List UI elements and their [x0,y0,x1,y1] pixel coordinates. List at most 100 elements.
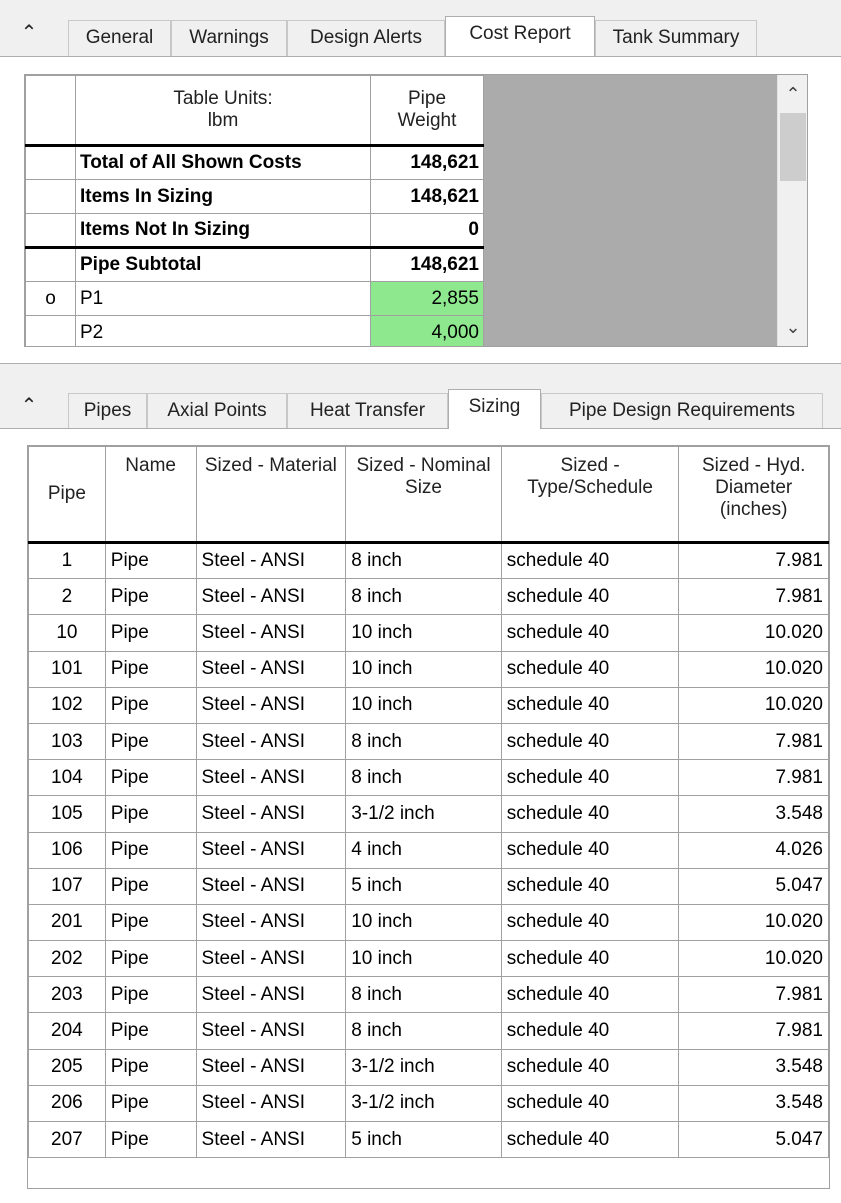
cell-hyd-diameter[interactable]: 7.981 [678,976,829,1014]
cell-pipe[interactable]: 102 [28,686,106,724]
cell-nominal-size[interactable]: 8 inch [345,722,502,761]
cell-name[interactable]: Pipe [104,831,197,869]
tab-pipe-design-requirements[interactable]: Pipe Design Requirements [541,393,823,429]
vertical-scrollbar[interactable]: ⌃ ⌄ [777,75,807,346]
cell-nominal-size[interactable]: 10 inch [345,903,502,942]
cell-material[interactable]: Steel - ANSI [195,976,347,1014]
cell-name[interactable]: Pipe [104,650,197,688]
cell-hyd-diameter[interactable]: 10.020 [678,650,829,688]
cell-material[interactable]: Steel - ANSI [195,795,347,833]
cell-type-schedule[interactable]: schedule 40 [500,1120,680,1159]
cell-material[interactable]: Steel - ANSI [195,650,347,688]
tab-axial-points[interactable]: Axial Points [147,393,287,429]
table-row[interactable]: 207 Pipe Steel - ANSI 5 inch schedule 40 5.04… [28,1120,829,1159]
row-selector[interactable] [25,179,76,214]
table-row[interactable]: 206 Pipe Steel - ANSI 3-1/2 inch schedule 40… [28,1084,829,1123]
table-row[interactable]: P2 4,000 [25,315,484,346]
cell-nominal-size[interactable]: 8 inch [345,1012,502,1050]
cell-name[interactable]: Pipe [104,976,197,1014]
table-row[interactable]: o P1 2,855 [25,281,484,316]
cell-type-schedule[interactable]: schedule 40 [500,976,680,1014]
col-header-nominal-size[interactable]: Sized - Nominal Size [345,446,502,543]
cell-material[interactable]: Steel - ANSI [195,578,347,616]
cell-nominal-size[interactable]: 10 inch [345,650,502,688]
cell-hyd-diameter[interactable]: 3.548 [678,1084,829,1123]
col-header-pipe[interactable]: Pipe [28,446,106,543]
cell-material[interactable]: Steel - ANSI [195,759,347,797]
cell-type-schedule[interactable]: schedule 40 [500,1084,680,1123]
cell-nominal-size[interactable]: 3-1/2 inch [345,795,502,833]
cell-material[interactable]: Steel - ANSI [195,903,347,942]
cell-hyd-diameter[interactable]: 7.981 [678,1012,829,1050]
cell-name[interactable]: Pipe [104,903,197,942]
cell-type-schedule[interactable]: schedule 40 [500,903,680,942]
cell-nominal-size[interactable]: 8 inch [345,540,502,580]
cell-hyd-diameter[interactable]: 10.020 [678,614,829,652]
cell-type-schedule[interactable]: schedule 40 [500,1048,680,1086]
cell-name[interactable]: Pipe [104,759,197,797]
cell-material[interactable]: Steel - ANSI [195,614,347,652]
cell-name[interactable]: Pipe [104,686,197,724]
cell-name[interactable]: Pipe [104,795,197,833]
cell-nominal-size[interactable]: 10 inch [345,940,502,978]
table-row[interactable]: 2 Pipe Steel - ANSI 8 inch schedule 40 7.981 [28,578,829,616]
cell-type-schedule[interactable]: schedule 40 [500,686,680,724]
cell-material[interactable]: Steel - ANSI [195,831,347,869]
pipe-weight-header[interactable]: Pipe Weight [370,75,484,146]
tab-design-alerts[interactable]: Design Alerts [287,20,445,56]
cell-hyd-diameter[interactable]: 10.020 [678,940,829,978]
cell-type-schedule[interactable]: schedule 40 [500,867,680,905]
cell-name[interactable]: Pipe [104,867,197,905]
table-row[interactable]: 105 Pipe Steel - ANSI 3-1/2 inch schedule 40… [28,795,829,833]
cell-pipe[interactable]: 201 [28,903,106,942]
table-row[interactable]: 104 Pipe Steel - ANSI 8 inch schedule 40 7.98… [28,759,829,797]
cell-material[interactable]: Steel - ANSI [195,722,347,761]
cell-name[interactable]: Pipe [104,1048,197,1086]
table-row[interactable]: 201 Pipe Steel - ANSI 10 inch schedule 40 10.… [28,903,829,942]
cell-name[interactable]: Pipe [104,1120,197,1159]
tab-heat-transfer[interactable]: Heat Transfer [287,393,448,429]
table-row[interactable]: 202 Pipe Steel - ANSI 10 inch schedule 40 10.… [28,940,829,978]
table-row[interactable]: Pipe Subtotal 148,621 [25,246,484,282]
cell-nominal-size[interactable]: 3-1/2 inch [345,1048,502,1086]
tab-pipes[interactable]: Pipes [68,393,147,429]
row-selector[interactable] [25,315,76,346]
cell-nominal-size[interactable]: 10 inch [345,686,502,724]
cell-name[interactable]: Pipe [104,578,197,616]
tab-tank-summary[interactable]: Tank Summary [595,20,757,56]
cell-pipe[interactable]: 204 [28,1012,106,1050]
cell-pipe[interactable]: 1 [28,540,106,580]
row-selector[interactable] [25,213,76,248]
table-row[interactable]: Items Not In Sizing 0 [25,213,484,248]
cell-material[interactable]: Steel - ANSI [195,1120,347,1159]
cell-type-schedule[interactable]: schedule 40 [500,614,680,652]
cell-pipe[interactable]: 106 [28,831,106,869]
col-header-material[interactable]: Sized - Material [195,446,347,543]
cell-pipe[interactable]: 101 [28,650,106,688]
cell-hyd-diameter[interactable]: 7.981 [678,759,829,797]
cell-type-schedule[interactable]: schedule 40 [500,940,680,978]
row-selector[interactable]: o [25,281,76,316]
row-selector[interactable] [25,246,76,282]
row-selector[interactable] [25,144,76,180]
cell-material[interactable]: Steel - ANSI [195,1084,347,1123]
cell-nominal-size[interactable]: 8 inch [345,578,502,616]
cell-pipe[interactable]: 10 [28,614,106,652]
cell-nominal-size[interactable]: 8 inch [345,976,502,1014]
cell-type-schedule[interactable]: schedule 40 [500,722,680,761]
cell-nominal-size[interactable]: 5 inch [345,1120,502,1159]
cell-hyd-diameter[interactable]: 3.548 [678,795,829,833]
table-row[interactable]: 1 Pipe Steel - ANSI 8 inch schedule 40 7.981 [28,540,829,580]
cell-nominal-size[interactable]: 8 inch [345,759,502,797]
cell-type-schedule[interactable]: schedule 40 [500,650,680,688]
cell-nominal-size[interactable]: 10 inch [345,614,502,652]
cell-hyd-diameter[interactable]: 7.981 [678,722,829,761]
cell-pipe[interactable]: 105 [28,795,106,833]
cell-pipe[interactable]: 205 [28,1048,106,1086]
cell-pipe[interactable]: 207 [28,1120,106,1159]
cell-pipe[interactable]: 107 [28,867,106,905]
cell-name[interactable]: Pipe [104,540,197,580]
cell-pipe[interactable]: 2 [28,578,106,616]
cell-pipe[interactable]: 202 [28,940,106,978]
tab-general[interactable]: General [68,20,171,56]
